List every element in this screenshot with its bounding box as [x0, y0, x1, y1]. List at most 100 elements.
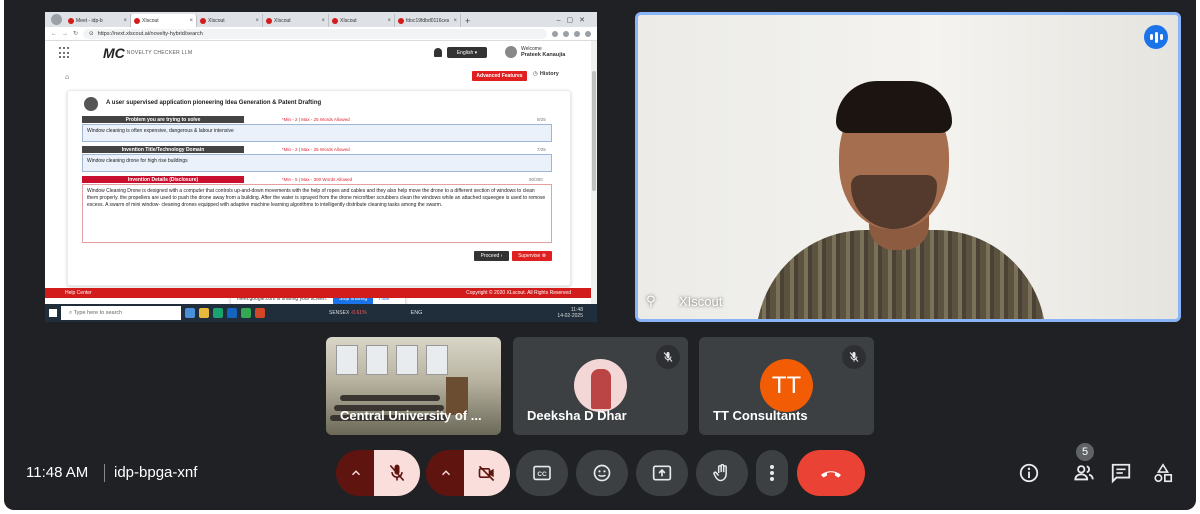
browser-tab[interactable]: XIscout ×	[263, 14, 329, 27]
meeting-details-button[interactable]	[1016, 460, 1042, 486]
profile-avatar-icon[interactable]	[585, 30, 591, 37]
copyright-text: Copyright © 2020 XLscout. All Rights Res…	[466, 290, 571, 296]
divider	[104, 464, 105, 482]
home-icon[interactable]: ⌂	[65, 74, 69, 81]
activities-button[interactable]	[1150, 460, 1176, 486]
details-textarea[interactable]: Window Cleaning Drone is designed with a…	[82, 184, 552, 243]
task-view-icon[interactable]	[185, 308, 195, 318]
windows-start-icon[interactable]	[49, 309, 57, 317]
field-label-title: Invention Title/Technology Domain	[82, 146, 244, 153]
shapes-icon	[1154, 463, 1173, 483]
bell-icon[interactable]	[434, 48, 442, 57]
word-limit-note: *Min - 2 | Max - 25 Words Allowed	[282, 117, 350, 122]
user-avatar[interactable]	[505, 46, 517, 58]
new-tab-icon[interactable]: +	[465, 16, 470, 26]
participant-count-badge: 5	[1076, 443, 1094, 461]
profile-icon[interactable]	[51, 14, 62, 25]
supervise-button[interactable]: Supervise ⊗	[512, 251, 552, 261]
participant-tile[interactable]: Deeksha D Dhar	[513, 337, 688, 435]
camera-toggle[interactable]	[464, 450, 510, 496]
apps-grid-icon[interactable]	[59, 47, 71, 59]
site-logo[interactable]: MC NOVELTY CHECKER LLM	[103, 45, 192, 61]
pin-icon[interactable]: ⚲	[646, 293, 664, 311]
help-center-link[interactable]: Help Center	[65, 290, 92, 296]
info-icon	[1019, 463, 1039, 483]
close-tab-icon[interactable]: ×	[255, 18, 259, 24]
language-select[interactable]: English ▾	[447, 47, 487, 58]
camera-off-icon	[478, 465, 495, 482]
speaker-tile[interactable]: ⚲ XIscout	[635, 12, 1181, 322]
participant-tile[interactable]: Central University of ...	[326, 337, 501, 435]
reload-icon[interactable]: ↻	[73, 30, 78, 37]
browser-tab-active[interactable]: XIscout ×	[131, 14, 197, 27]
proceed-button[interactable]: Proceed ›	[474, 251, 509, 261]
close-tab-icon[interactable]: ×	[453, 18, 457, 24]
xlscout-favicon-icon	[200, 17, 206, 24]
close-tab-icon[interactable]: ×	[189, 18, 193, 24]
chrome-icon[interactable]	[241, 308, 251, 318]
problem-input[interactable]: Window cleaning is often expensive, dang…	[82, 124, 552, 142]
outlook-icon[interactable]	[227, 308, 237, 318]
present-to-all-icon	[652, 465, 672, 481]
taskbar-search[interactable]: ⌕ Type here to search	[61, 306, 181, 320]
history-button[interactable]: ◷ History	[533, 71, 559, 77]
meeting-code[interactable]: idp-bpga-xnf	[114, 464, 197, 481]
people-button[interactable]	[1071, 460, 1097, 486]
reactions-button[interactable]	[576, 450, 628, 496]
people-icon	[1074, 465, 1094, 481]
arrow-right-icon: ›	[500, 253, 503, 259]
more-vert-icon	[770, 465, 774, 481]
tray-lang[interactable]: ENG	[411, 310, 423, 316]
title-input[interactable]: Window cleaning drone for high rise buil…	[82, 154, 552, 172]
closed-captions-icon: CC	[533, 465, 551, 481]
avatar: TT	[760, 359, 813, 412]
speaking-indicator-icon	[1144, 25, 1168, 49]
meeting-time: 11:48 AM	[26, 464, 89, 481]
raise-hand-button[interactable]	[696, 450, 748, 496]
back-icon[interactable]: ←	[51, 31, 57, 37]
mic-off-icon	[656, 345, 680, 369]
stock-ticker[interactable]: SENSEX -0.61%	[329, 310, 367, 316]
browser-tab[interactable]: XIscout ×	[329, 14, 395, 27]
participant-name: Deeksha D Dhar	[527, 408, 627, 423]
present-screen-button[interactable]	[636, 450, 688, 496]
window-controls[interactable]: –▢✕	[551, 16, 597, 27]
extension-icon[interactable]	[574, 30, 580, 37]
leave-call-button[interactable]	[797, 450, 865, 496]
browser-tab[interactable]: Meet - idp-b ×	[65, 14, 131, 27]
chevron-up-icon	[442, 470, 450, 476]
browser-tab[interactable]: XIscout ×	[197, 14, 263, 27]
advanced-features-button[interactable]: Advanced Features	[472, 71, 527, 81]
extension-icon[interactable]	[563, 30, 569, 37]
xlscout-favicon-icon	[332, 17, 338, 24]
participant-tile[interactable]: TT TT Consultants	[699, 337, 874, 435]
chat-button[interactable]	[1108, 460, 1134, 486]
forward-icon[interactable]: →	[62, 31, 68, 37]
powerpoint-icon[interactable]	[255, 308, 265, 318]
microphone-toggle[interactable]	[374, 450, 420, 496]
page-scrollbar[interactable]	[591, 41, 597, 304]
meet-window: Meet - idp-b × XIscout × XIscout × XIscout ×…	[4, 0, 1196, 510]
close-tab-icon[interactable]: ×	[321, 18, 325, 24]
welcome-block[interactable]: Welcome Prateek Kanaujia	[521, 46, 565, 58]
mic-off-icon	[389, 464, 405, 482]
address-bar[interactable]: ⊙ https://next.xlscout.ai/novelty-hybrid…	[83, 28, 547, 39]
more-options-button[interactable]	[756, 450, 788, 496]
file-explorer-icon[interactable]	[199, 308, 209, 318]
extension-icon[interactable]	[552, 30, 558, 37]
video-options-button[interactable]	[426, 450, 466, 496]
captions-button[interactable]: CC	[516, 450, 568, 496]
close-tab-icon[interactable]: ×	[387, 18, 391, 24]
audio-options-button[interactable]	[336, 450, 376, 496]
site-footer: Help Center Copyright © 2020 XLscout. Al…	[45, 288, 591, 298]
invention-form-card: A user supervised application pioneering…	[67, 90, 571, 286]
browser-tab[interactable]: fdoc19fdbd0116ces ×	[395, 14, 461, 27]
participant-name: TT Consultants	[713, 408, 808, 423]
site-info-icon[interactable]: ⊙	[89, 31, 94, 37]
word-count: 90/300	[529, 177, 543, 182]
edge-icon[interactable]	[213, 308, 223, 318]
close-tab-icon[interactable]: ×	[123, 18, 127, 24]
taskbar-clock[interactable]: 11:48 14-02-2025	[557, 307, 597, 319]
presentation-tile[interactable]: Meet - idp-b × XIscout × XIscout × XIscout ×…	[45, 12, 597, 322]
participant-name: Central University of ...	[340, 408, 482, 423]
